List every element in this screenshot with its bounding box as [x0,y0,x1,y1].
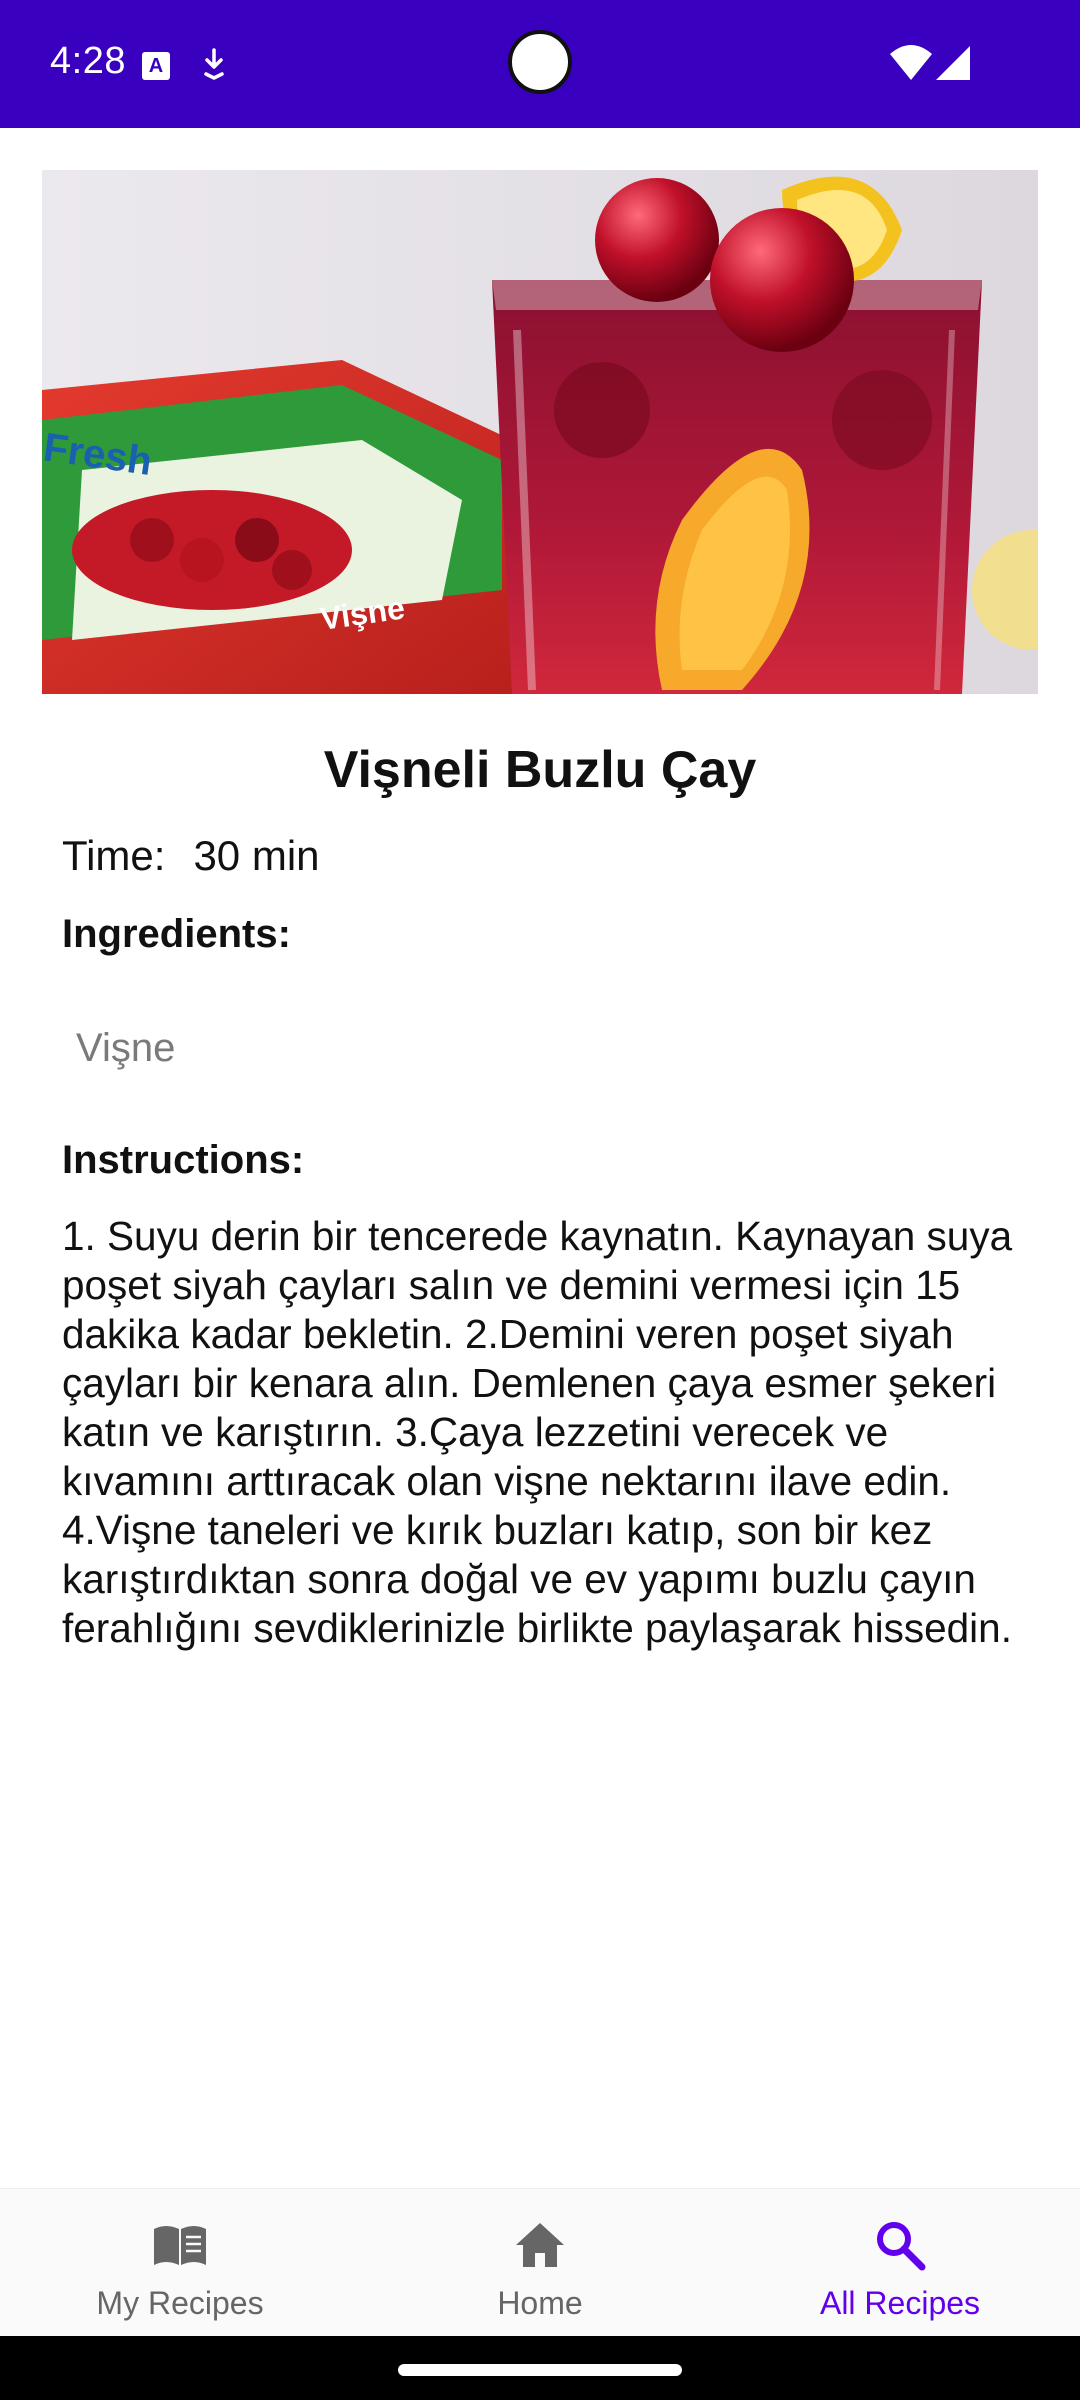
nav-item-my-recipes[interactable]: My Recipes [0,2189,360,2337]
home-icon [516,2223,564,2267]
recipe-title: Vişneli Buzlu Çay [323,741,757,799]
status-bar: 4:28 A [0,0,1080,128]
gesture-navigation-bar [0,2336,1080,2400]
time-row: Time: 30 min [62,832,320,880]
nav-label-home: Home [497,2285,583,2321]
ingredients-heading: Ingredients: [62,912,291,956]
camera-cutout [508,30,572,94]
nav-item-all-recipes[interactable]: All Recipes [720,2189,1080,2337]
nav-label-all-recipes: All Recipes [819,2285,981,2321]
recipe-image: Fresh Vişne [42,170,1038,694]
notification-a-icon: A [142,52,170,80]
book-icon [154,2226,206,2265]
wifi-icon [890,45,932,80]
instructions-text: 1. Suyu derin bir tencerede kaynatın. Ka… [62,1213,1013,1651]
ingredient-item: Vişne [76,1026,176,1070]
home-gesture-handle[interactable] [398,2364,682,2376]
bottom-navigation: My Recipes Home All Recipes [0,2188,1080,2336]
time-label: Time: [62,832,166,879]
nav-item-home[interactable]: Home [360,2189,720,2337]
cell-signal-icon [936,46,970,80]
nav-label-my-recipes: My Recipes [96,2285,264,2321]
search-icon [877,2222,926,2271]
time-value: 30 min [193,832,320,879]
download-status-icon [204,48,224,80]
status-time: 4:28 [50,40,126,82]
instructions-heading: Instructions: [62,1138,305,1182]
recipe-detail-screen: 4:28 A Fresh Vişne Vişneli Buzlu Çay Tim… [0,0,1080,2400]
